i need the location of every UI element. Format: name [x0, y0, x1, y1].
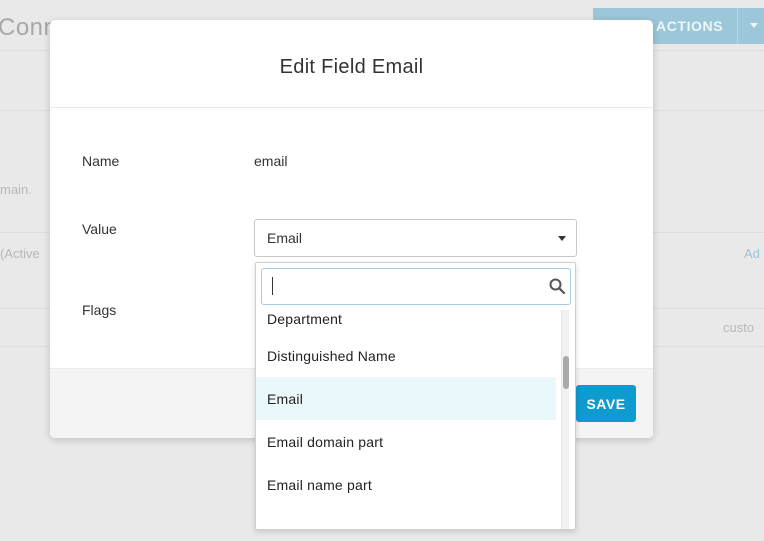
dropdown-option-list: Department Distinguished Name Email Emai… [256, 309, 556, 506]
dropdown-option[interactable]: Distinguished Name [256, 334, 556, 377]
name-label: Name [82, 153, 120, 169]
background-fragment: main. [0, 182, 32, 197]
dropdown-search-input[interactable] [261, 268, 571, 305]
dropdown-option[interactable]: Department [256, 309, 556, 327]
background-link: Ad [744, 246, 760, 261]
dropdown-option[interactable]: Email name part [256, 463, 556, 506]
name-value: email [254, 153, 288, 169]
value-dropdown: Department Distinguished Name Email Emai… [255, 262, 576, 530]
value-label: Value [82, 221, 117, 237]
background-fragment: custo [723, 320, 755, 335]
background-page-title: Conn [0, 14, 58, 41]
modal-header: Edit Field Email [50, 20, 653, 108]
actions-label: ACTIONS [656, 18, 724, 34]
dropdown-scrollbar[interactable] [561, 310, 569, 529]
dropdown-option[interactable]: Email domain part [256, 420, 556, 463]
modal-title: Edit Field Email [279, 56, 424, 78]
value-select[interactable]: Email [254, 219, 577, 257]
chevron-down-icon[interactable] [750, 23, 758, 28]
value-select-current: Email [267, 230, 303, 246]
save-button[interactable]: SAVE [576, 385, 636, 422]
dropdown-option-selected[interactable]: Email [256, 377, 556, 420]
flags-label: Flags [82, 302, 117, 318]
dropdown-scrollbar-thumb[interactable] [563, 356, 569, 389]
chevron-down-icon [558, 236, 566, 241]
actions-separator [737, 8, 738, 44]
background-fragment: (Active [0, 246, 40, 261]
